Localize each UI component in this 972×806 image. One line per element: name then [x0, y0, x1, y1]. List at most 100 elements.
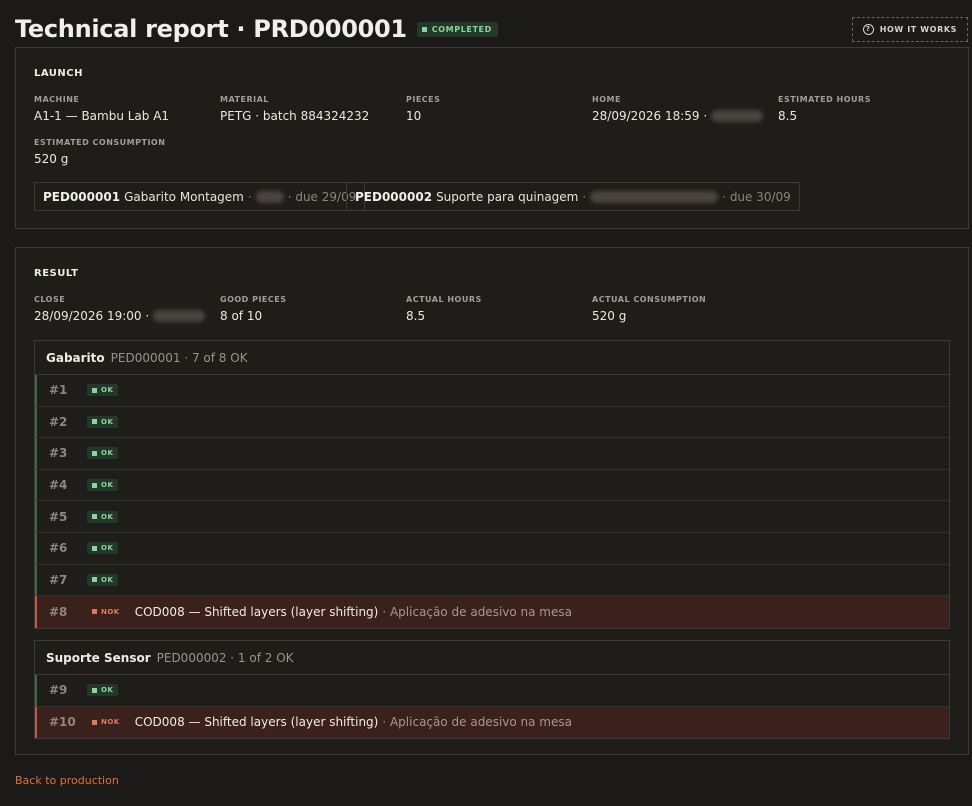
- ok-square-icon: [92, 514, 97, 520]
- close-value: 28/09/2026 19:00 ·: [34, 309, 150, 323]
- ok-badge: OK: [87, 510, 119, 523]
- redacted-client: [255, 190, 284, 203]
- group-name: Gabarito: [46, 350, 105, 365]
- machine-label: MACHINE: [34, 95, 80, 104]
- piece-row: #9 OK: [35, 675, 949, 707]
- redacted-client: [590, 190, 719, 203]
- ok-square-icon: [92, 419, 97, 425]
- piece-number: #7: [49, 572, 68, 587]
- piece-number: #6: [49, 541, 68, 556]
- status-badge: COMPLETED: [416, 21, 498, 37]
- ok-badge: OK: [87, 542, 119, 555]
- close-field: CLOSE 28/09/2026 19:00 ·: [34, 295, 206, 323]
- actual-consumption-label: ACTUAL CONSUMPTION: [592, 295, 707, 304]
- estimated-hours-label: ESTIMATED HOURS: [778, 95, 871, 104]
- ok-square-icon: [92, 687, 97, 693]
- ok-badge: OK: [87, 384, 119, 397]
- order-sep: ·: [247, 189, 252, 204]
- nok-badge: NOK: [87, 606, 125, 618]
- order-sep: ·: [582, 189, 587, 204]
- piece-number: #3: [49, 446, 68, 461]
- nok-badge-label: NOK: [101, 607, 120, 616]
- ok-badge: OK: [87, 573, 119, 586]
- status-badge-label: COMPLETED: [431, 24, 492, 34]
- ok-square-icon: [92, 482, 97, 488]
- piece-number: #10: [49, 715, 76, 730]
- home-label: HOME: [592, 95, 621, 104]
- ok-badge-label: OK: [101, 575, 114, 584]
- status-square-icon: [421, 26, 427, 32]
- good-pieces-field: GOOD PIECES 8 of 10: [220, 295, 287, 323]
- ok-badge-label: OK: [101, 512, 114, 521]
- corrective-action: · Aplicação de adesivo na mesa: [382, 715, 572, 730]
- defect-code: COD008 — Shifted layers (layer shifting): [134, 604, 379, 619]
- order-name: Suporte para quinagem: [436, 189, 579, 204]
- material-label: MATERIAL: [220, 95, 269, 104]
- page-header: Technical report · PRD000001 COMPLETED ?…: [15, 12, 968, 46]
- estimated-consumption-value: 520 g: [34, 152, 69, 166]
- ok-square-icon: [92, 387, 97, 393]
- question-circle-icon: ?: [862, 23, 874, 35]
- good-pieces-label: GOOD PIECES: [220, 295, 287, 304]
- home-value-wrap: 28/09/2026 18:59 ·: [592, 109, 764, 123]
- piece-number: #4: [49, 478, 68, 493]
- launch-section-title: LAUNCH: [34, 68, 84, 79]
- page-title: Technical report · PRD000001: [15, 15, 407, 43]
- close-value-wrap: 28/09/2026 19:00 ·: [34, 309, 206, 323]
- piece-number: #5: [49, 509, 68, 524]
- piece-group-gabarito: Gabarito PED000001 · 7 of 8 OK #1 OK #2 …: [34, 340, 950, 629]
- pieces-value: 10: [406, 109, 422, 123]
- how-it-works-label: HOW IT WORKS: [879, 24, 957, 34]
- order-id: PED000002: [355, 189, 433, 204]
- piece-row: #3 OK: [35, 438, 949, 470]
- how-it-works-button[interactable]: ? HOW IT WORKS: [851, 16, 968, 42]
- piece-row: #7 OK: [35, 564, 949, 597]
- ok-badge-label: OK: [101, 386, 114, 395]
- piece-number: #2: [49, 414, 68, 429]
- order-name: Gabarito Montagem: [124, 189, 244, 204]
- estimated-hours-value: 8.5: [778, 109, 798, 123]
- ok-badge-label: OK: [101, 417, 114, 426]
- machine-field: MACHINE A1-1 — Bambu Lab A1: [34, 95, 169, 123]
- ok-badge-label: OK: [101, 544, 114, 553]
- ok-square-icon: [92, 577, 97, 583]
- group-meta: PED000002 · 1 of 2 OK: [156, 650, 294, 665]
- order-chip-ped000002[interactable]: PED000002 Suporte para quinagem · · due …: [346, 182, 800, 211]
- ok-badge-label: OK: [101, 449, 114, 458]
- piece-row: #5 OK: [35, 501, 949, 533]
- defect-code: COD008 — Shifted layers (layer shifting): [134, 715, 379, 730]
- piece-row: #4 OK: [35, 469, 949, 502]
- nok-square-icon: [92, 719, 97, 725]
- actual-hours-label: ACTUAL HOURS: [406, 295, 482, 304]
- piece-group-suporte-sensor: Suporte Sensor PED000002 · 1 of 2 OK #9 …: [34, 640, 950, 740]
- redacted-operator: [153, 310, 206, 322]
- group-meta: PED000001 · 7 of 8 OK: [110, 350, 248, 365]
- nok-square-icon: [92, 609, 97, 615]
- piece-number: #8: [49, 604, 68, 619]
- ok-badge: OK: [87, 479, 119, 492]
- nok-badge: NOK: [87, 716, 125, 728]
- close-label: CLOSE: [34, 295, 66, 304]
- piece-row: #1 OK: [35, 375, 949, 407]
- actual-hours-field: ACTUAL HOURS 8.5: [406, 295, 482, 323]
- result-panel: RESULT CLOSE 28/09/2026 19:00 · GOOD PIE…: [15, 247, 969, 755]
- ok-badge: OK: [87, 684, 119, 697]
- ok-square-icon: [92, 450, 97, 456]
- piece-row-nok: #8 NOK COD008 — Shifted layers (layer sh…: [35, 596, 949, 628]
- ok-badge: OK: [87, 447, 119, 460]
- estimated-hours-field: ESTIMATED HOURS 8.5: [778, 95, 871, 123]
- order-chip-ped000001[interactable]: PED000001 Gabarito Montagem · · due 29/0…: [34, 182, 366, 211]
- material-value: PETG · batch 884324232: [220, 109, 370, 123]
- piece-row: #2 OK: [35, 406, 949, 439]
- order-due: · due 30/09: [722, 189, 791, 204]
- actual-hours-value: 8.5: [406, 309, 426, 323]
- ok-badge-label: OK: [101, 481, 114, 490]
- ok-badge: OK: [87, 415, 119, 428]
- actual-consumption-value: 520 g: [592, 309, 627, 323]
- nok-badge-label: NOK: [101, 718, 120, 727]
- group-header: Gabarito PED000001 · 7 of 8 OK: [35, 341, 949, 375]
- material-field: MATERIAL PETG · batch 884324232: [220, 95, 369, 123]
- ok-square-icon: [92, 545, 97, 551]
- piece-row-nok: #10 NOK COD008 — Shifted layers (layer s…: [35, 706, 949, 739]
- back-to-production-link[interactable]: Back to production: [15, 774, 119, 787]
